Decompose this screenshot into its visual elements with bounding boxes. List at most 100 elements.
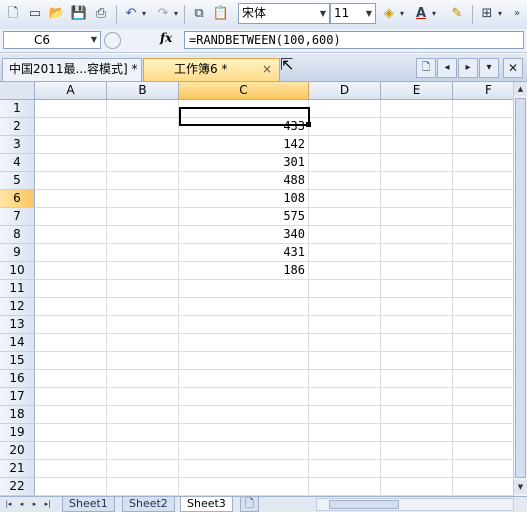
cell-e15[interactable]: [381, 352, 453, 370]
cell-d6[interactable]: [309, 190, 381, 208]
cell-b18[interactable]: [107, 406, 179, 424]
toolbar-overflow-icon[interactable]: »: [508, 5, 526, 23]
cell-c11[interactable]: [179, 280, 309, 298]
cell-a9[interactable]: [35, 244, 107, 262]
cell-d17[interactable]: [309, 388, 381, 406]
cell-e3[interactable]: [381, 136, 453, 154]
cell-e10[interactable]: [381, 262, 453, 280]
tab-list-icon[interactable]: ▾: [479, 58, 499, 78]
cell-e13[interactable]: [381, 316, 453, 334]
cell-a12[interactable]: [35, 298, 107, 316]
cell-d1[interactable]: [309, 100, 381, 118]
first-sheet-icon[interactable]: |◂: [3, 498, 14, 511]
cell-d14[interactable]: [309, 334, 381, 352]
vertical-scroll-thumb[interactable]: [515, 98, 526, 478]
cell-b3[interactable]: [107, 136, 179, 154]
insert-function-icon[interactable]: fx: [160, 31, 172, 45]
cell-e7[interactable]: [381, 208, 453, 226]
print-preview-icon[interactable]: ⎙: [92, 5, 110, 23]
cell-e16[interactable]: [381, 370, 453, 388]
cell-c17[interactable]: [179, 388, 309, 406]
cell-a21[interactable]: [35, 460, 107, 478]
row-header-16[interactable]: 16: [0, 370, 35, 388]
cell-e2[interactable]: [381, 118, 453, 136]
cell-c10[interactable]: 186: [179, 262, 309, 280]
undo-dropdown[interactable]: ▾: [142, 5, 146, 23]
cell-c14[interactable]: [179, 334, 309, 352]
cell-a16[interactable]: [35, 370, 107, 388]
fill-color-dropdown[interactable]: ▾: [400, 5, 404, 23]
font-name-select[interactable]: 宋体 ▼: [238, 3, 330, 24]
cell-c6[interactable]: 108: [179, 190, 309, 208]
cell-f16[interactable]: [453, 370, 513, 388]
cell-e9[interactable]: [381, 244, 453, 262]
save-icon[interactable]: 💾: [70, 5, 88, 23]
formula-input[interactable]: =RANDBETWEEN(100,600): [184, 31, 524, 49]
cell-d13[interactable]: [309, 316, 381, 334]
cell-f6[interactable]: [453, 190, 513, 208]
cell-c8[interactable]: 340: [179, 226, 309, 244]
prev-sheet-icon[interactable]: ◂: [16, 498, 27, 511]
row-header-15[interactable]: 15: [0, 352, 35, 370]
cell-f20[interactable]: [453, 442, 513, 460]
cell-a22[interactable]: [35, 478, 107, 496]
column-header-a[interactable]: A: [35, 82, 107, 100]
cell-d20[interactable]: [309, 442, 381, 460]
undo-icon[interactable]: ↶: [122, 5, 140, 23]
scroll-up-icon[interactable]: ▲: [514, 82, 527, 96]
cell-c18[interactable]: [179, 406, 309, 424]
redo-dropdown[interactable]: ▾: [174, 5, 178, 23]
cell-c5[interactable]: 488: [179, 172, 309, 190]
scroll-left-icon[interactable]: ◂: [437, 58, 457, 78]
vertical-scrollbar[interactable]: ▲ ▼: [513, 82, 527, 496]
cell-d3[interactable]: [309, 136, 381, 154]
cell-f13[interactable]: [453, 316, 513, 334]
cell-c22[interactable]: [179, 478, 309, 496]
cell-b6[interactable]: [107, 190, 179, 208]
font-color-dropdown[interactable]: ▾: [432, 5, 436, 23]
cell-f15[interactable]: [453, 352, 513, 370]
cell-e21[interactable]: [381, 460, 453, 478]
worksheet-grid[interactable]: A B C D E F 1 2 433 3 142 4 301 5 488 6 108 7 575 8 340 9 431 1…: [0, 82, 513, 496]
select-all-corner[interactable]: [0, 82, 35, 100]
cell-f10[interactable]: [453, 262, 513, 280]
cell-f8[interactable]: [453, 226, 513, 244]
cell-e12[interactable]: [381, 298, 453, 316]
column-header-b[interactable]: B: [107, 82, 179, 100]
cell-b19[interactable]: [107, 424, 179, 442]
cell-c13[interactable]: [179, 316, 309, 334]
cell-c21[interactable]: [179, 460, 309, 478]
cell-e4[interactable]: [381, 154, 453, 172]
cell-f7[interactable]: [453, 208, 513, 226]
sheet-tab-sheet2[interactable]: Sheet2: [122, 497, 175, 512]
row-header-19[interactable]: 19: [0, 424, 35, 442]
cell-b12[interactable]: [107, 298, 179, 316]
cell-a5[interactable]: [35, 172, 107, 190]
doc-tab-inactive[interactable]: 中国2011最...容模式] *: [2, 58, 142, 81]
cell-d15[interactable]: [309, 352, 381, 370]
cell-f17[interactable]: [453, 388, 513, 406]
cell-e8[interactable]: [381, 226, 453, 244]
row-header-17[interactable]: 17: [0, 388, 35, 406]
cell-a19[interactable]: [35, 424, 107, 442]
cell-c9[interactable]: 431: [179, 244, 309, 262]
cell-c12[interactable]: [179, 298, 309, 316]
row-header-9[interactable]: 9: [0, 244, 35, 262]
cell-f5[interactable]: [453, 172, 513, 190]
last-sheet-icon[interactable]: ▸|: [42, 498, 53, 511]
cell-b4[interactable]: [107, 154, 179, 172]
cell-a17[interactable]: [35, 388, 107, 406]
cell-b11[interactable]: [107, 280, 179, 298]
cell-f4[interactable]: [453, 154, 513, 172]
cell-a10[interactable]: [35, 262, 107, 280]
borders-icon[interactable]: ⊞: [478, 5, 496, 23]
format-painter-icon[interactable]: ✎: [448, 5, 466, 23]
cell-b15[interactable]: [107, 352, 179, 370]
cell-c1[interactable]: [179, 100, 309, 118]
column-header-e[interactable]: E: [381, 82, 453, 100]
cell-a6[interactable]: [35, 190, 107, 208]
row-header-22[interactable]: 22: [0, 478, 35, 496]
cell-f3[interactable]: [453, 136, 513, 154]
cell-e19[interactable]: [381, 424, 453, 442]
cell-c7[interactable]: 575: [179, 208, 309, 226]
